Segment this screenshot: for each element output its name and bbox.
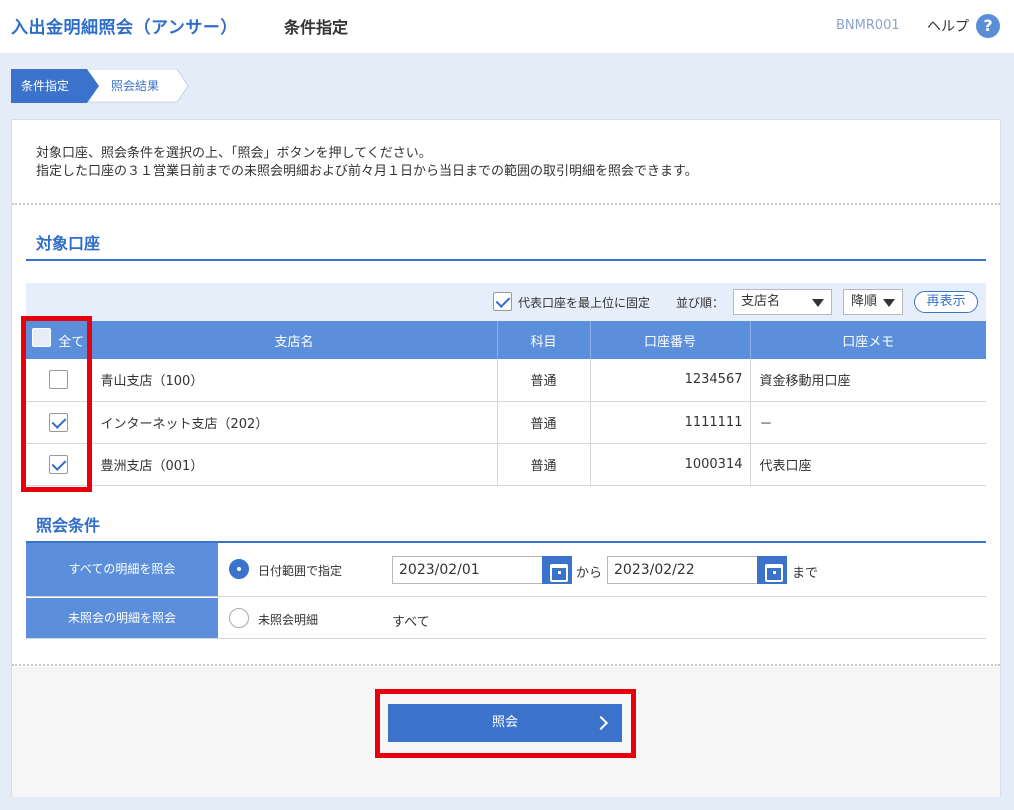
- step-result-label: 照会結果: [111, 79, 160, 93]
- date-range-radio[interactable]: [229, 559, 249, 579]
- condition-row-all: すべての明細を照会 日付範囲で指定 2023/02/01 から 2023/02/…: [26, 543, 986, 597]
- number-cell: 1234567: [590, 359, 751, 402]
- sort-field-value: 支店名: [741, 294, 781, 309]
- pin-representative-label: 代表口座を最上位に固定: [518, 296, 651, 310]
- accounts-section-rule: [26, 259, 986, 261]
- number-cell: 1111111: [590, 401, 751, 444]
- type-cell: 普通: [497, 401, 591, 444]
- top-bar: 入出金明細照会（アンサー） 条件指定 BNMR001 ヘルプ ?: [0, 0, 1014, 53]
- calendar-icon[interactable]: [542, 556, 572, 584]
- condition-all-label: すべての明細を照会: [26, 543, 218, 596]
- step-condition-arrow: [87, 69, 99, 103]
- page-title: 条件指定: [284, 18, 349, 37]
- condition-row-unread: 未照会の明細を照会 未照会明細 すべて: [26, 598, 986, 639]
- screen-id: BNMR001: [836, 18, 900, 33]
- sort-order-select[interactable]: 降順: [843, 289, 903, 315]
- memo-cell: －: [750, 401, 986, 444]
- branch-cell: インターネット支店（202）: [91, 401, 498, 444]
- type-cell: 普通: [497, 359, 591, 402]
- type-cell: 普通: [497, 443, 591, 486]
- date-to-input[interactable]: 2023/02/22: [607, 556, 759, 584]
- col-number: 口座番号: [590, 321, 751, 359]
- intro-text: 対象口座、照会条件を選択の上、「照会」ボタンを押してください。 指定した口座の３…: [36, 145, 698, 181]
- memo-cell: 代表口座: [750, 443, 986, 486]
- step-result: 照会結果: [87, 69, 189, 103]
- table-row: インターネット支店（202） 普通 1111111 －: [26, 401, 986, 444]
- condition-unread-label: 未照会の明細を照会: [26, 598, 218, 638]
- branch-cell: 青山支店（100）: [91, 359, 498, 402]
- sort-label: 並び順：: [676, 296, 725, 310]
- redisplay-button[interactable]: 再表示: [914, 291, 978, 313]
- accounts-section-title: 対象口座: [36, 234, 101, 253]
- accounts-table: 全て 支店名 科目 口座番号 口座メモ 青山支店（100） 普通 1234567…: [26, 321, 986, 486]
- unread-radio[interactable]: [229, 608, 249, 628]
- pin-representative-checkbox[interactable]: [493, 292, 512, 311]
- help-icon[interactable]: ?: [976, 14, 1000, 38]
- calendar-icon[interactable]: [757, 556, 787, 584]
- col-type: 科目: [497, 321, 591, 359]
- unread-option-label: 未照会明細: [258, 613, 319, 627]
- to-suffix: まで: [792, 566, 819, 581]
- table-header-row: 全て 支店名 科目 口座番号 口座メモ: [26, 321, 986, 359]
- chevron-down-icon: [812, 299, 824, 307]
- date-range-option-label: 日付範囲で指定: [258, 564, 343, 578]
- help-link[interactable]: ヘルプ: [927, 16, 969, 36]
- intro-line-2: 指定した口座の３１営業日前までの未照会明細および前々月１日から当日までの範囲の取…: [36, 164, 698, 179]
- table-row: 豊洲支店（001） 普通 1000314 代表口座: [26, 443, 986, 486]
- sort-field-select[interactable]: 支店名: [733, 289, 832, 315]
- divider: [12, 203, 1000, 205]
- intro-line-1: 対象口座、照会条件を選択の上、「照会」ボタンを押してください。: [36, 146, 432, 161]
- accounts-toolbar: 代表口座を最上位に固定 並び順： 支店名 降順 再表示: [26, 283, 986, 321]
- branch-cell: 豊洲支店（001）: [91, 443, 498, 486]
- highlight-inquiry-button: [375, 689, 636, 758]
- col-branch: 支店名: [91, 321, 498, 359]
- chevron-down-icon: [883, 299, 895, 307]
- date-from-input[interactable]: 2023/02/01: [392, 556, 544, 584]
- sort-order-value: 降順: [851, 294, 878, 309]
- col-memo: 口座メモ: [750, 321, 986, 359]
- table-row: 青山支店（100） 普通 1234567 資金移動用口座: [26, 359, 986, 402]
- unread-value: すべて: [392, 615, 430, 630]
- from-suffix: から: [576, 566, 603, 581]
- highlight-checkbox-column: [21, 316, 92, 492]
- conditions-section-title: 照会条件: [36, 516, 101, 535]
- app-title: 入出金明細照会（アンサー）: [11, 18, 238, 38]
- divider: [12, 664, 1000, 666]
- step-condition: 条件指定: [11, 69, 87, 103]
- memo-cell: 資金移動用口座: [750, 359, 986, 402]
- number-cell: 1000314: [590, 443, 751, 486]
